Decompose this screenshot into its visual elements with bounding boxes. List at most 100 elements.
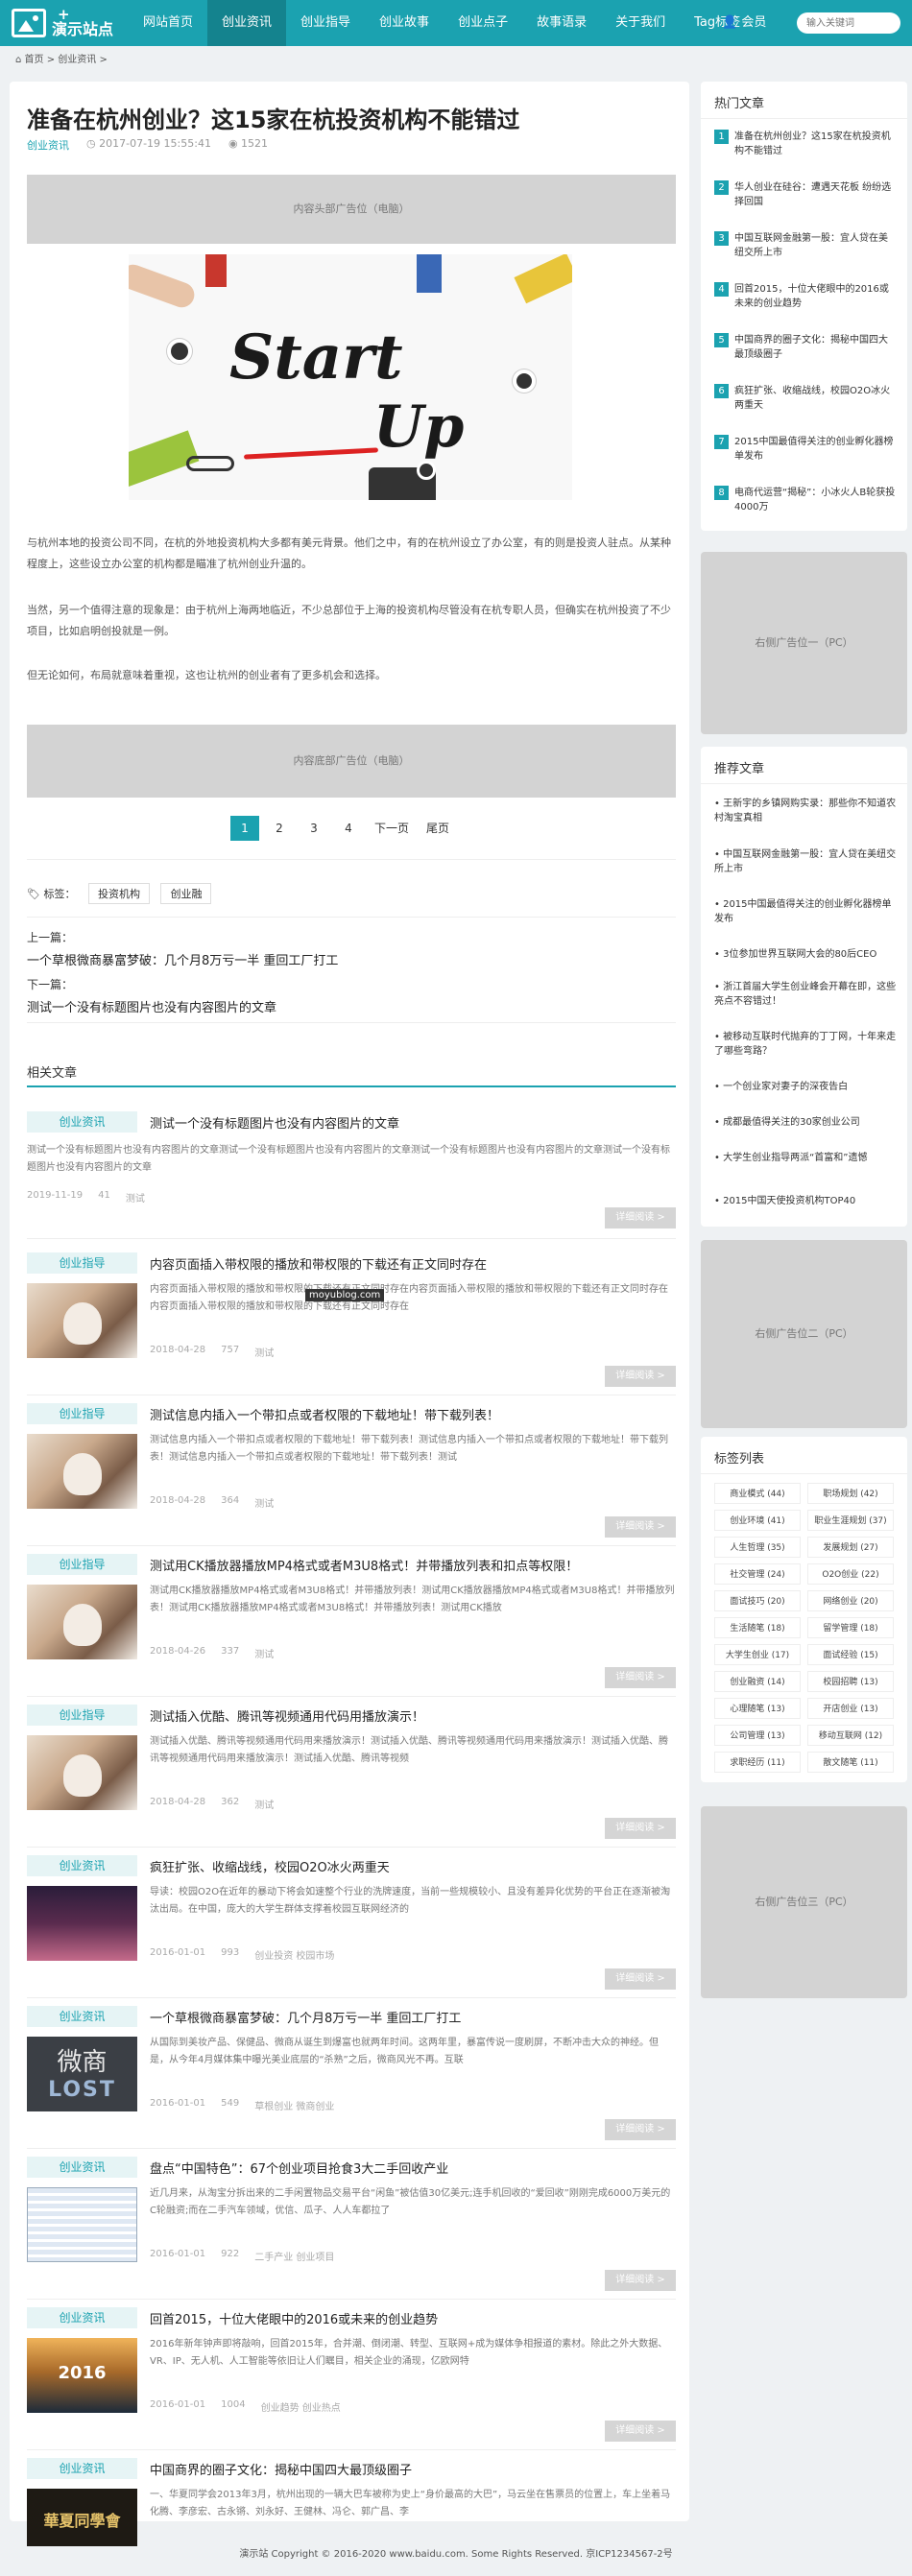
page-4[interactable]: 4	[334, 816, 363, 841]
tag-cloud-item[interactable]: 商业模式 (44)	[714, 1483, 801, 1504]
nav-startup-ideas[interactable]: 创业点子	[444, 0, 522, 46]
right-ad-3[interactable]: 右侧广告位三（PC）	[701, 1806, 907, 1998]
content-bottom-ad[interactable]: 内容底部广告位（电脑）	[27, 725, 676, 798]
related-thumbnail[interactable]: 2016	[27, 2338, 137, 2413]
tag-link[interactable]: 创业融	[160, 883, 212, 904]
tag-cloud-item[interactable]: 开店创业 (13)	[807, 1698, 894, 1719]
page-3[interactable]: 3	[300, 816, 328, 841]
tag-cloud-item[interactable]: 职场规划 (42)	[807, 1483, 894, 1504]
related-title[interactable]: 盘点“中国特色”：67个创业项目抢食3大二手回收产业	[150, 2159, 448, 2177]
recommend-item[interactable]: • 中国互联网金融第一股：宜人贷在美纽交所上市	[714, 847, 897, 876]
nav-quotes[interactable]: 故事语录	[522, 0, 601, 46]
tag-cloud-item[interactable]: 移动互联网 (12)	[807, 1725, 894, 1746]
related-title[interactable]: 回首2015，十位大佬眼中的2016或未来的创业趋势	[150, 2309, 438, 2327]
nav-startup-news[interactable]: 创业资讯	[207, 0, 287, 46]
recommend-item[interactable]: • 2015中国天使投资机构TOP40	[714, 1194, 897, 1208]
hot-item[interactable]: 4 回首2015，十位大佬眼中的2016或未来的创业趋势	[714, 282, 897, 311]
read-more-button[interactable]: 详细阅读 >	[605, 2119, 676, 2140]
related-category[interactable]: 创业资讯	[27, 2458, 137, 2479]
page-2[interactable]: 2	[265, 816, 294, 841]
hot-item[interactable]: 7 2015中国最值得关注的创业孵化器榜单发布	[714, 435, 897, 464]
read-more-button[interactable]: 详细阅读 >	[605, 1667, 676, 1688]
related-thumbnail[interactable]	[27, 1585, 137, 1659]
related-thumbnail[interactable]	[27, 1434, 137, 1509]
related-title[interactable]: 测试插入优酷、腾讯等视频通用代码用播放演示！	[150, 1706, 424, 1725]
related-category[interactable]: 创业资讯	[27, 2006, 137, 2027]
last-page[interactable]: 尾页	[420, 816, 455, 841]
hot-item[interactable]: 1 准备在杭州创业？这15家在杭投资机构不能错过	[714, 130, 897, 158]
tag-cloud-item[interactable]: 心理随笔 (13)	[714, 1698, 801, 1719]
related-title[interactable]: 中国商界的圈子文化：揭秘中国四大最顶级圈子	[150, 2460, 412, 2478]
tag-link[interactable]: 投资机构	[87, 883, 150, 904]
tag-cloud-item[interactable]: 生活随笔 (18)	[714, 1617, 801, 1638]
read-more-button[interactable]: 详细阅读 >	[605, 1516, 676, 1538]
related-category[interactable]: 创业资讯	[27, 1111, 137, 1133]
tag-cloud-item[interactable]: 留学管理 (18)	[807, 1617, 894, 1638]
page-1[interactable]: 1	[230, 816, 259, 841]
read-more-button[interactable]: 详细阅读 >	[605, 1366, 676, 1387]
read-more-button[interactable]: 详细阅读 >	[605, 2421, 676, 2442]
hot-item[interactable]: 6 疯狂扩张、收缩战线，校园O2O冰火两重天	[714, 384, 897, 413]
tag-cloud-item[interactable]: 创业环境 (41)	[714, 1510, 801, 1531]
read-more-button[interactable]: 详细阅读 >	[605, 2270, 676, 2291]
related-thumbnail[interactable]: 華夏同學會	[27, 2489, 137, 2546]
next-article-link[interactable]: 测试一个没有标题图片也没有内容图片的文章	[27, 997, 276, 1015]
related-title[interactable]: 测试信息内插入一个带扣点或者权限的下载地址！带下载列表！	[150, 1405, 499, 1423]
tag-cloud-item[interactable]: 创业融资 (14)	[714, 1671, 801, 1692]
tag-cloud-item[interactable]: 社交管理 (24)	[714, 1563, 801, 1585]
article-category[interactable]: 创业资讯	[27, 137, 69, 153]
related-category[interactable]: 创业指导	[27, 1403, 137, 1424]
right-ad-2[interactable]: 右侧广告位二（PC）	[701, 1240, 907, 1428]
tag-cloud-item[interactable]: 求职经历 (11)	[714, 1752, 801, 1773]
recommend-item[interactable]: • 2015中国最值得关注的创业孵化器榜单发布	[714, 897, 897, 926]
related-title[interactable]: 内容页面插入带权限的播放和带权限的下载还有正文同时存在	[150, 1254, 487, 1273]
tag-cloud-item[interactable]: 校园招聘 (13)	[807, 1671, 894, 1692]
site-logo[interactable]: + 演示站点	[12, 6, 113, 40]
next-page[interactable]: 下一页	[369, 816, 415, 841]
tag-cloud-item[interactable]: 职业生涯规划 (37)	[807, 1510, 894, 1531]
tag-cloud-item[interactable]: 发展规划 (27)	[807, 1537, 894, 1558]
related-thumbnail[interactable]	[27, 1283, 137, 1358]
hot-item[interactable]: 3 中国互联网金融第一股：宜人贷在美纽交所上市	[714, 231, 897, 260]
nav-home[interactable]: 网站首页	[129, 0, 207, 46]
read-more-button[interactable]: 详细阅读 >	[605, 1818, 676, 1839]
nav-about[interactable]: 关于我们	[601, 0, 680, 46]
prev-article-link[interactable]: 一个草根微商暴富梦破：几个月8万亏一半 重回工厂打工	[27, 950, 338, 968]
related-thumbnail[interactable]	[27, 1886, 137, 1961]
related-category[interactable]: 创业资讯	[27, 2157, 137, 2178]
read-more-button[interactable]: 详细阅读 >	[605, 1968, 676, 1990]
read-more-button[interactable]: 详细阅读 >	[605, 1207, 676, 1228]
content-top-ad[interactable]: 内容头部广告位（电脑）	[27, 175, 676, 244]
nav-startup-guide[interactable]: 创业指导	[286, 0, 365, 46]
related-category[interactable]: 创业资讯	[27, 1855, 137, 1876]
tag-cloud-item[interactable]: 公司管理 (13)	[714, 1725, 801, 1746]
tag-cloud-item[interactable]: O2O创业 (22)	[807, 1563, 894, 1585]
related-title[interactable]: 测试一个没有标题图片也没有内容图片的文章	[150, 1113, 399, 1132]
tag-cloud-item[interactable]: 人生哲理 (35)	[714, 1537, 801, 1558]
recommend-item[interactable]: • 浙江首届大学生创业峰会开幕在即，这些亮点不容错过！	[714, 980, 897, 1009]
related-title[interactable]: 一个草根微商暴富梦破：几个月8万亏一半 重回工厂打工	[150, 2008, 461, 2026]
related-thumbnail[interactable]	[27, 1735, 137, 1810]
related-category[interactable]: 创业指导	[27, 1554, 137, 1575]
search-input[interactable]	[797, 12, 900, 34]
tag-cloud-item[interactable]: 网络创业 (20)	[807, 1590, 894, 1611]
breadcrumb-category[interactable]: 创业资讯	[58, 55, 96, 65]
breadcrumb-home[interactable]: 首页	[25, 55, 44, 65]
hot-item[interactable]: 8 电商代运营“揭秘”：小冰火人B轮获投4000万	[714, 486, 897, 514]
related-title[interactable]: 疯狂扩张、收缩战线，校园O2O冰火两重天	[150, 1857, 390, 1875]
related-thumbnail[interactable]: 微商 LOST	[27, 2037, 137, 2111]
right-ad-1[interactable]: 右侧广告位一（PC）	[701, 552, 907, 734]
hot-item[interactable]: 5 中国商界的圈子文化：揭秘中国四大最顶级圈子	[714, 333, 897, 362]
recommend-item[interactable]: • 被移动互联时代抛弃的丁丁网，十年来走了哪些弯路？	[714, 1030, 897, 1059]
related-title[interactable]: 测试用CK播放器播放MP4格式或者M3U8格式！并带播放列表和扣点等权限！	[150, 1556, 578, 1574]
tag-cloud-item[interactable]: 面试技巧 (20)	[714, 1590, 801, 1611]
recommend-item[interactable]: • 成都最值得关注的30家创业公司	[714, 1115, 897, 1130]
nav-startup-stories[interactable]: 创业故事	[365, 0, 444, 46]
related-category[interactable]: 创业指导	[27, 1252, 137, 1274]
tag-cloud-item[interactable]: 大学生创业 (17)	[714, 1644, 801, 1665]
recommend-item[interactable]: • 王新宇的乡镇网购实录：那些你不知道农村淘宝真相	[714, 797, 897, 825]
tag-cloud-item[interactable]: 面试经验 (15)	[807, 1644, 894, 1665]
related-thumbnail[interactable]	[27, 2187, 137, 2262]
related-category[interactable]: 创业资讯	[27, 2307, 137, 2328]
member-link[interactable]: 👤 会员	[722, 0, 766, 46]
